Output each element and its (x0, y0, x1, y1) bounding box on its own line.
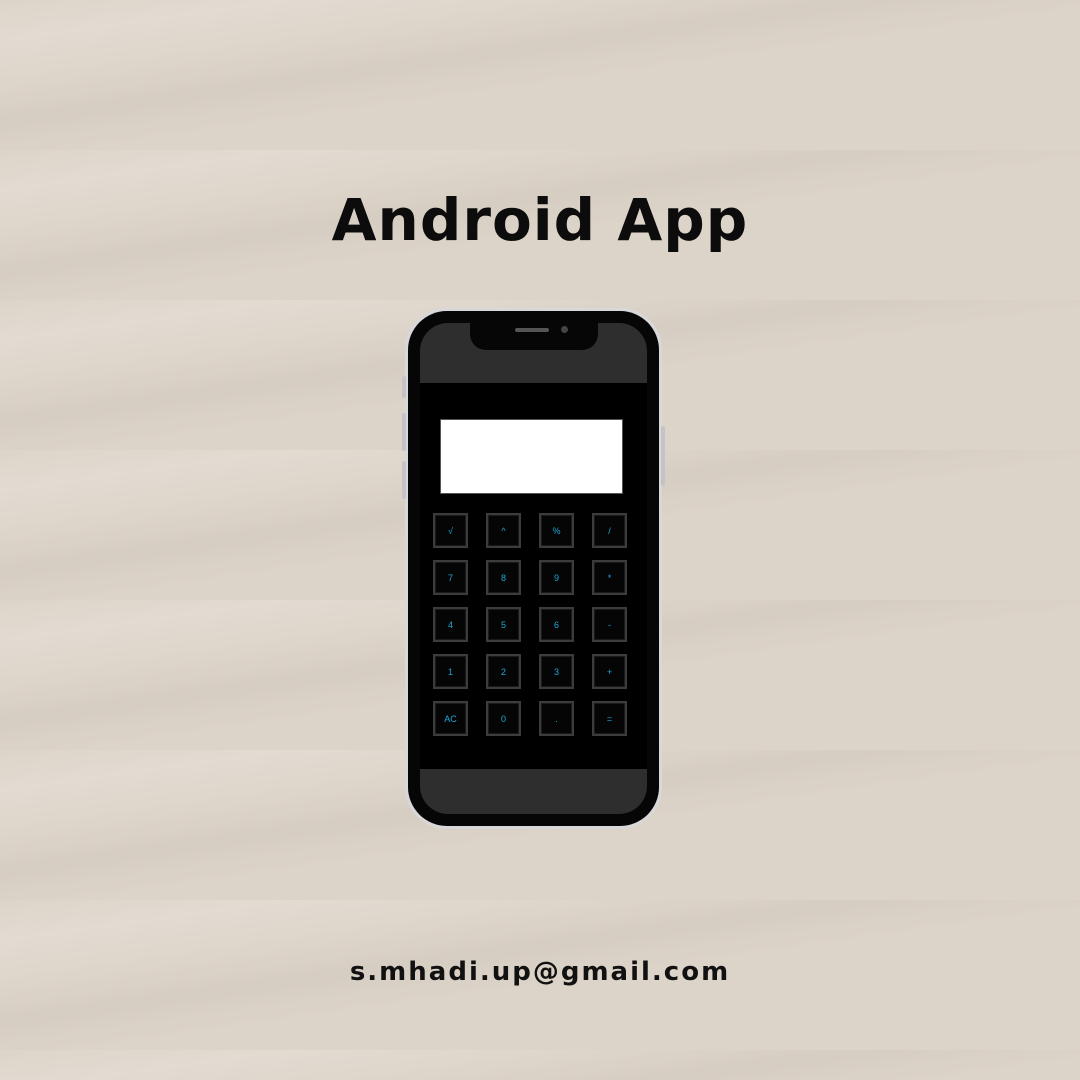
phone-notch (469, 323, 598, 350)
phone-volume-up-button (402, 413, 406, 451)
speaker-grille (514, 328, 549, 332)
key-plus[interactable]: + (592, 654, 627, 689)
phone-mockup: √ ^ % / 7 8 9 * 4 5 6 - 1 2 3 + AC 0 . = (402, 308, 665, 829)
key-2[interactable]: 2 (486, 654, 521, 689)
key-3[interactable]: 3 (539, 654, 574, 689)
calculator-display (440, 419, 623, 494)
phone-power-button (661, 426, 665, 486)
phone-bezel: √ ^ % / 7 8 9 * 4 5 6 - 1 2 3 + AC 0 . = (408, 311, 659, 826)
key-multiply[interactable]: * (592, 560, 627, 595)
key-percent[interactable]: % (539, 513, 574, 548)
phone-screen: √ ^ % / 7 8 9 * 4 5 6 - 1 2 3 + AC 0 . = (420, 323, 647, 814)
calculator-keypad: √ ^ % / 7 8 9 * 4 5 6 - 1 2 3 + AC 0 . = (433, 513, 627, 736)
contact-email: s.mhadi.up@gmail.com (349, 957, 731, 987)
key-minus[interactable]: - (592, 607, 627, 642)
key-divide[interactable]: / (592, 513, 627, 548)
key-0[interactable]: 0 (486, 701, 521, 736)
key-4[interactable]: 4 (433, 607, 468, 642)
key-9[interactable]: 9 (539, 560, 574, 595)
calculator-app: √ ^ % / 7 8 9 * 4 5 6 - 1 2 3 + AC 0 . = (420, 383, 647, 769)
phone-side-button (402, 376, 406, 398)
key-8[interactable]: 8 (486, 560, 521, 595)
page-title: Android App (331, 186, 749, 254)
key-7[interactable]: 7 (433, 560, 468, 595)
phone-volume-down-button (402, 461, 406, 499)
key-5[interactable]: 5 (486, 607, 521, 642)
key-decimal[interactable]: . (539, 701, 574, 736)
key-1[interactable]: 1 (433, 654, 468, 689)
key-power[interactable]: ^ (486, 513, 521, 548)
key-all-clear[interactable]: AC (433, 701, 468, 736)
front-camera (560, 326, 568, 333)
key-equals[interactable]: = (592, 701, 627, 736)
key-6[interactable]: 6 (539, 607, 574, 642)
key-sqrt[interactable]: √ (433, 513, 468, 548)
